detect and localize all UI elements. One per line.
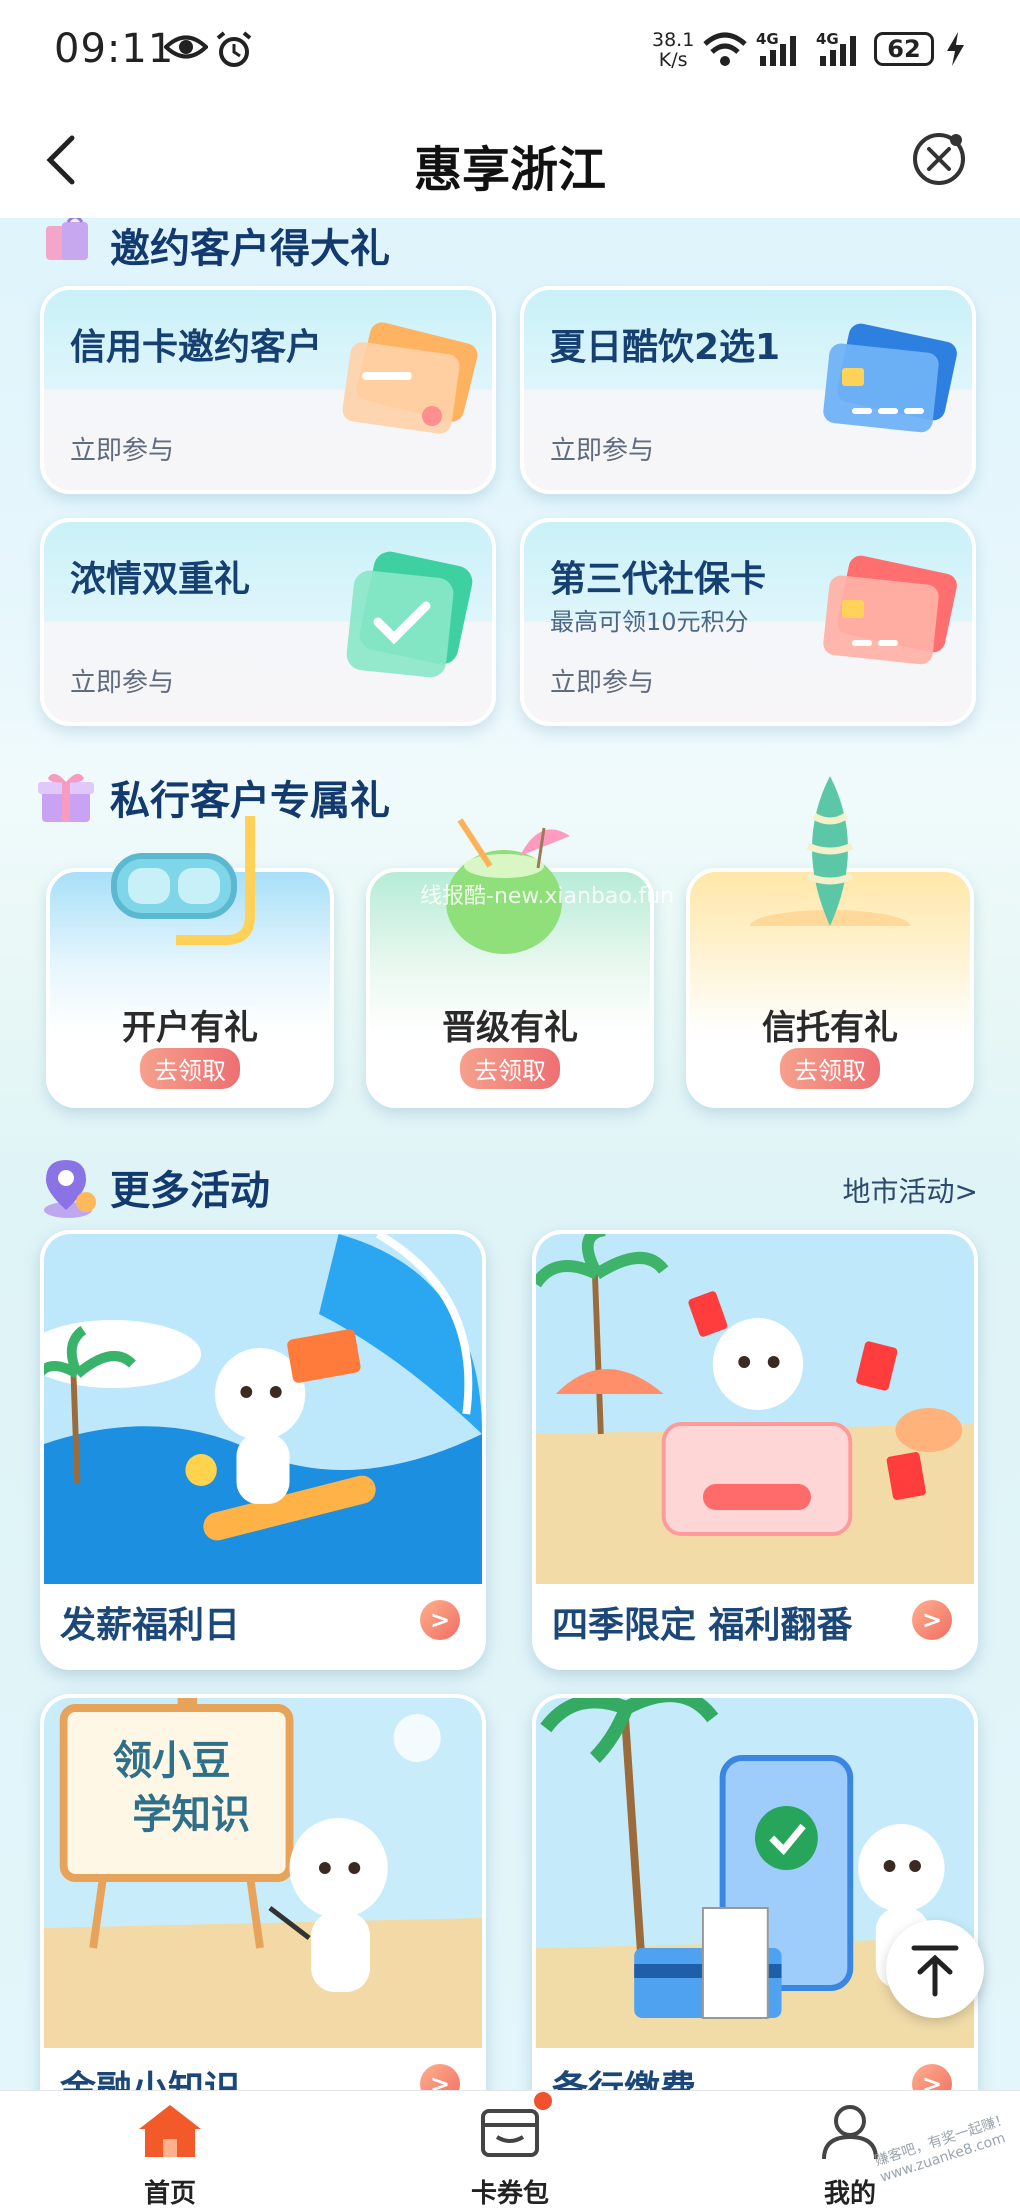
- eye-icon: [164, 35, 208, 59]
- battery-indicator: 62: [874, 32, 934, 66]
- alarm-icon: [216, 31, 252, 67]
- claim-badge[interactable]: 去领取: [780, 1048, 880, 1089]
- go-arrow-icon[interactable]: >: [420, 1600, 460, 1640]
- network-speed: 38.1 K/s: [652, 30, 694, 70]
- charging-bolt-icon: [947, 32, 964, 66]
- invite-card-title: 浓情双重礼: [70, 559, 251, 600]
- claim-badge[interactable]: 去领取: [140, 1048, 240, 1089]
- claim-badge[interactable]: 去领取: [460, 1048, 560, 1089]
- activity-card-label: 四季限定 福利翻番: [552, 1605, 853, 1646]
- invite-card-double-gift[interactable]: 浓情双重礼 立即参与: [40, 518, 496, 726]
- invite-card-social-security[interactable]: 第三代社保卡 最高可领10元积分 立即参与: [520, 518, 976, 726]
- scroll-to-top-button[interactable]: [886, 1920, 984, 2018]
- wifi-icon: [703, 32, 747, 66]
- signal-4g-icon: 4G: [756, 30, 796, 66]
- watermark-text: 线报酷-new.xianbao.fun: [420, 884, 675, 909]
- user-icon: [822, 2105, 878, 2160]
- main-content[interactable]: 邀约客户得大礼 信用卡邀约客户 立即参与 夏日酷饮2选1 立即参与 浓情双重礼 …: [0, 218, 1020, 2090]
- go-arrow-icon[interactable]: >: [912, 1600, 952, 1640]
- activity-card-label: 发薪福利日: [60, 1605, 241, 1646]
- activity-card-payday[interactable]: 发薪福利日 >: [40, 1230, 486, 1670]
- private-card-title: 信托有礼: [762, 1008, 898, 1048]
- private-card-open-account[interactable]: 开户有礼 去领取: [46, 816, 334, 1108]
- invite-card-title: 第三代社保卡: [550, 559, 767, 600]
- go-arrow-icon[interactable]: >: [420, 2064, 460, 2090]
- activity-card-finance-knowledge[interactable]: 领小豆 学知识 金融小知识 >: [40, 1694, 486, 2090]
- participate-link[interactable]: 立即参与: [550, 662, 654, 699]
- green-check-card-icon: [346, 551, 473, 678]
- classroom-mascot-illustration: 领小豆 学知识: [44, 1698, 482, 2048]
- nav-home-label: 首页: [143, 2179, 196, 2209]
- notification-dot: [534, 2092, 552, 2110]
- speed-unit: K/s: [658, 49, 688, 71]
- board-line1: 领小豆: [113, 1738, 231, 1784]
- nav-profile-label: 我的: [823, 2179, 876, 2209]
- network1-label: 4G: [756, 30, 779, 48]
- svg-text:4G: 4G: [816, 30, 839, 48]
- arrow-up-icon: [911, 1945, 959, 1997]
- go-arrow-icon[interactable]: >: [912, 2064, 952, 2090]
- activity-card-label: 金融小知识: [60, 2069, 241, 2090]
- location-pin-icon: [44, 1160, 96, 1218]
- speed-value: 38.1: [652, 29, 695, 51]
- status-time: 09:11: [54, 26, 175, 72]
- section-title-invite: 邀约客户得大礼: [110, 226, 390, 272]
- snorkel-mask-icon: [111, 816, 255, 945]
- surfboard-icon: [750, 776, 910, 926]
- invite-card-summer-drink[interactable]: 夏日酷饮2选1 立即参与: [520, 286, 976, 494]
- blue-card-icon: [823, 323, 957, 433]
- nav-coupons[interactable]: 卡券包: [430, 2103, 590, 2209]
- participate-link[interactable]: 立即参与: [550, 430, 654, 467]
- ticket-wallet-icon: [481, 2109, 539, 2157]
- page-title: 惠享浙江: [413, 142, 606, 198]
- orange-card-icon: [342, 322, 478, 434]
- participate-link[interactable]: 立即参与: [70, 662, 174, 699]
- bottom-navigation: 首页 卡券包 我的: [0, 2090, 1020, 2210]
- nav-coupons-label: 卡券包: [470, 2179, 549, 2209]
- board-line2: 学知识: [132, 1792, 250, 1838]
- private-card-title: 晋级有礼: [442, 1008, 578, 1048]
- participate-link[interactable]: 立即参与: [70, 430, 174, 467]
- status-bar: 09:11 38.1 K/s 4G 4G 62: [0, 0, 1020, 100]
- beach-red-envelope-illustration: [536, 1234, 974, 1584]
- invite-card-credit-card[interactable]: 信用卡邀约客户 立即参与: [40, 286, 496, 494]
- close-miniapp-button[interactable]: [910, 130, 968, 188]
- home-icon: [139, 2105, 201, 2157]
- invite-card-subtitle: 最高可领10元积分: [550, 608, 749, 636]
- activity-card-seasonal[interactable]: 四季限定 福利翻番 >: [532, 1230, 978, 1670]
- signal-4g-icon: 4G: [816, 30, 856, 66]
- private-card-title: 开户有礼: [122, 1008, 258, 1048]
- gift-bag-icon: [46, 218, 88, 260]
- surfing-mascot-illustration: [44, 1234, 482, 1584]
- city-activities-link[interactable]: 地市活动>: [843, 1170, 978, 1210]
- invite-card-title: 信用卡邀约客户: [70, 327, 323, 368]
- nav-home[interactable]: 首页: [90, 2103, 250, 2209]
- invite-card-title: 夏日酷饮2选1: [550, 327, 781, 368]
- activity-card-payment[interactable]: 备行缴费 >: [532, 1694, 978, 2090]
- activity-card-label: 备行缴费: [552, 2069, 697, 2090]
- section-title-more: 更多活动: [110, 1168, 270, 1214]
- red-card-icon: [823, 555, 957, 665]
- private-card-trust[interactable]: 信托有礼 去领取: [686, 776, 974, 1108]
- app-header: 惠享浙江: [0, 100, 1020, 218]
